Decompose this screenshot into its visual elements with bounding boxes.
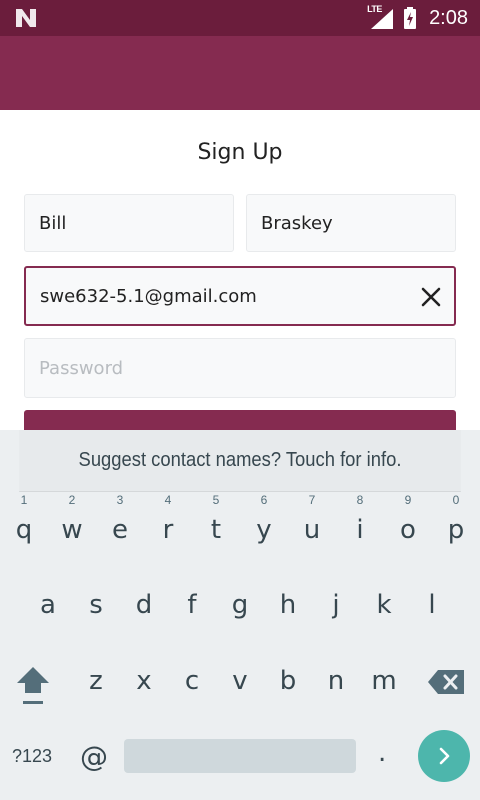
key-f[interactable]: f [168, 590, 216, 620]
app-bar [0, 36, 480, 110]
key-label: r [162, 515, 174, 545]
key-g[interactable]: g [216, 590, 264, 620]
key-hint: 7 [308, 493, 316, 507]
key-l[interactable]: l [408, 590, 456, 620]
chevron-right-icon [439, 747, 450, 765]
key-k[interactable]: k [360, 590, 408, 620]
key-label: q [15, 515, 33, 545]
clock: 2:08 [429, 6, 468, 29]
shift-icon[interactable] [14, 663, 52, 707]
signup-form: Sign Up Bill Braskey swe632-5.1@gmail.co… [0, 110, 480, 430]
key-q[interactable]: 1q [0, 493, 48, 545]
last-name-field[interactable]: Braskey [246, 194, 456, 252]
key-h[interactable]: h [264, 590, 312, 620]
key-v[interactable]: v [216, 666, 264, 696]
submit-button[interactable] [24, 410, 456, 430]
key-hint: 4 [164, 493, 172, 507]
key-d[interactable]: d [120, 590, 168, 620]
key-j[interactable]: j [312, 590, 360, 620]
key-r[interactable]: 4r [144, 493, 192, 545]
key-hint: 9 [404, 493, 412, 507]
key-label: y [256, 515, 272, 545]
network-signal-icon: LTE [367, 4, 395, 30]
key-hint: 1 [20, 493, 28, 507]
symbols-key[interactable]: ?123 [12, 746, 52, 767]
key-o[interactable]: 9o [384, 493, 432, 545]
key-hint: 6 [260, 493, 268, 507]
soft-keyboard: Suggest contact names? Touch for info. 1… [0, 430, 480, 800]
go-key[interactable] [418, 730, 470, 782]
key-x[interactable]: x [120, 666, 168, 696]
key-s[interactable]: s [72, 590, 120, 620]
key-label: w [61, 515, 83, 545]
key-hint: 8 [356, 493, 364, 507]
key-label: t [210, 515, 222, 545]
key-z[interactable]: z [72, 666, 120, 696]
suggestion-strip[interactable]: Suggest contact names? Touch for info. [19, 430, 461, 492]
key-label: i [356, 515, 364, 545]
status-bar: LTE 2:08 [0, 0, 480, 36]
notification-logo-icon [16, 9, 36, 27]
key-b[interactable]: b [264, 666, 312, 696]
period-key[interactable]: . [378, 738, 386, 768]
key-label: p [447, 515, 465, 545]
key-u[interactable]: 7u [288, 493, 336, 545]
key-hint: 2 [68, 493, 76, 507]
at-key[interactable]: @ [80, 740, 108, 773]
key-label: u [303, 515, 321, 545]
key-t[interactable]: 5t [192, 493, 240, 545]
key-n[interactable]: n [312, 666, 360, 696]
space-key[interactable] [124, 739, 356, 773]
key-e[interactable]: 3e [96, 493, 144, 545]
key-label: e [112, 515, 128, 545]
first-name-field[interactable]: Bill [24, 194, 234, 252]
key-label: o [400, 515, 416, 545]
password-field[interactable] [24, 338, 456, 398]
key-i[interactable]: 8i [336, 493, 384, 545]
page-title: Sign Up [197, 140, 283, 165]
clear-text-icon[interactable] [418, 284, 444, 310]
key-a[interactable]: a [24, 590, 72, 620]
key-w[interactable]: 2w [48, 493, 96, 545]
battery-charging-icon [404, 7, 417, 29]
key-hint: 5 [212, 493, 220, 507]
key-y[interactable]: 6y [240, 493, 288, 545]
key-m[interactable]: m [360, 666, 408, 696]
backspace-icon[interactable] [426, 668, 466, 696]
email-field[interactable]: swe632-5.1@gmail.com [24, 266, 456, 326]
key-hint: 0 [452, 493, 460, 507]
key-c[interactable]: c [168, 666, 216, 696]
key-hint: 3 [116, 493, 124, 507]
key-p[interactable]: 0p [432, 493, 480, 545]
